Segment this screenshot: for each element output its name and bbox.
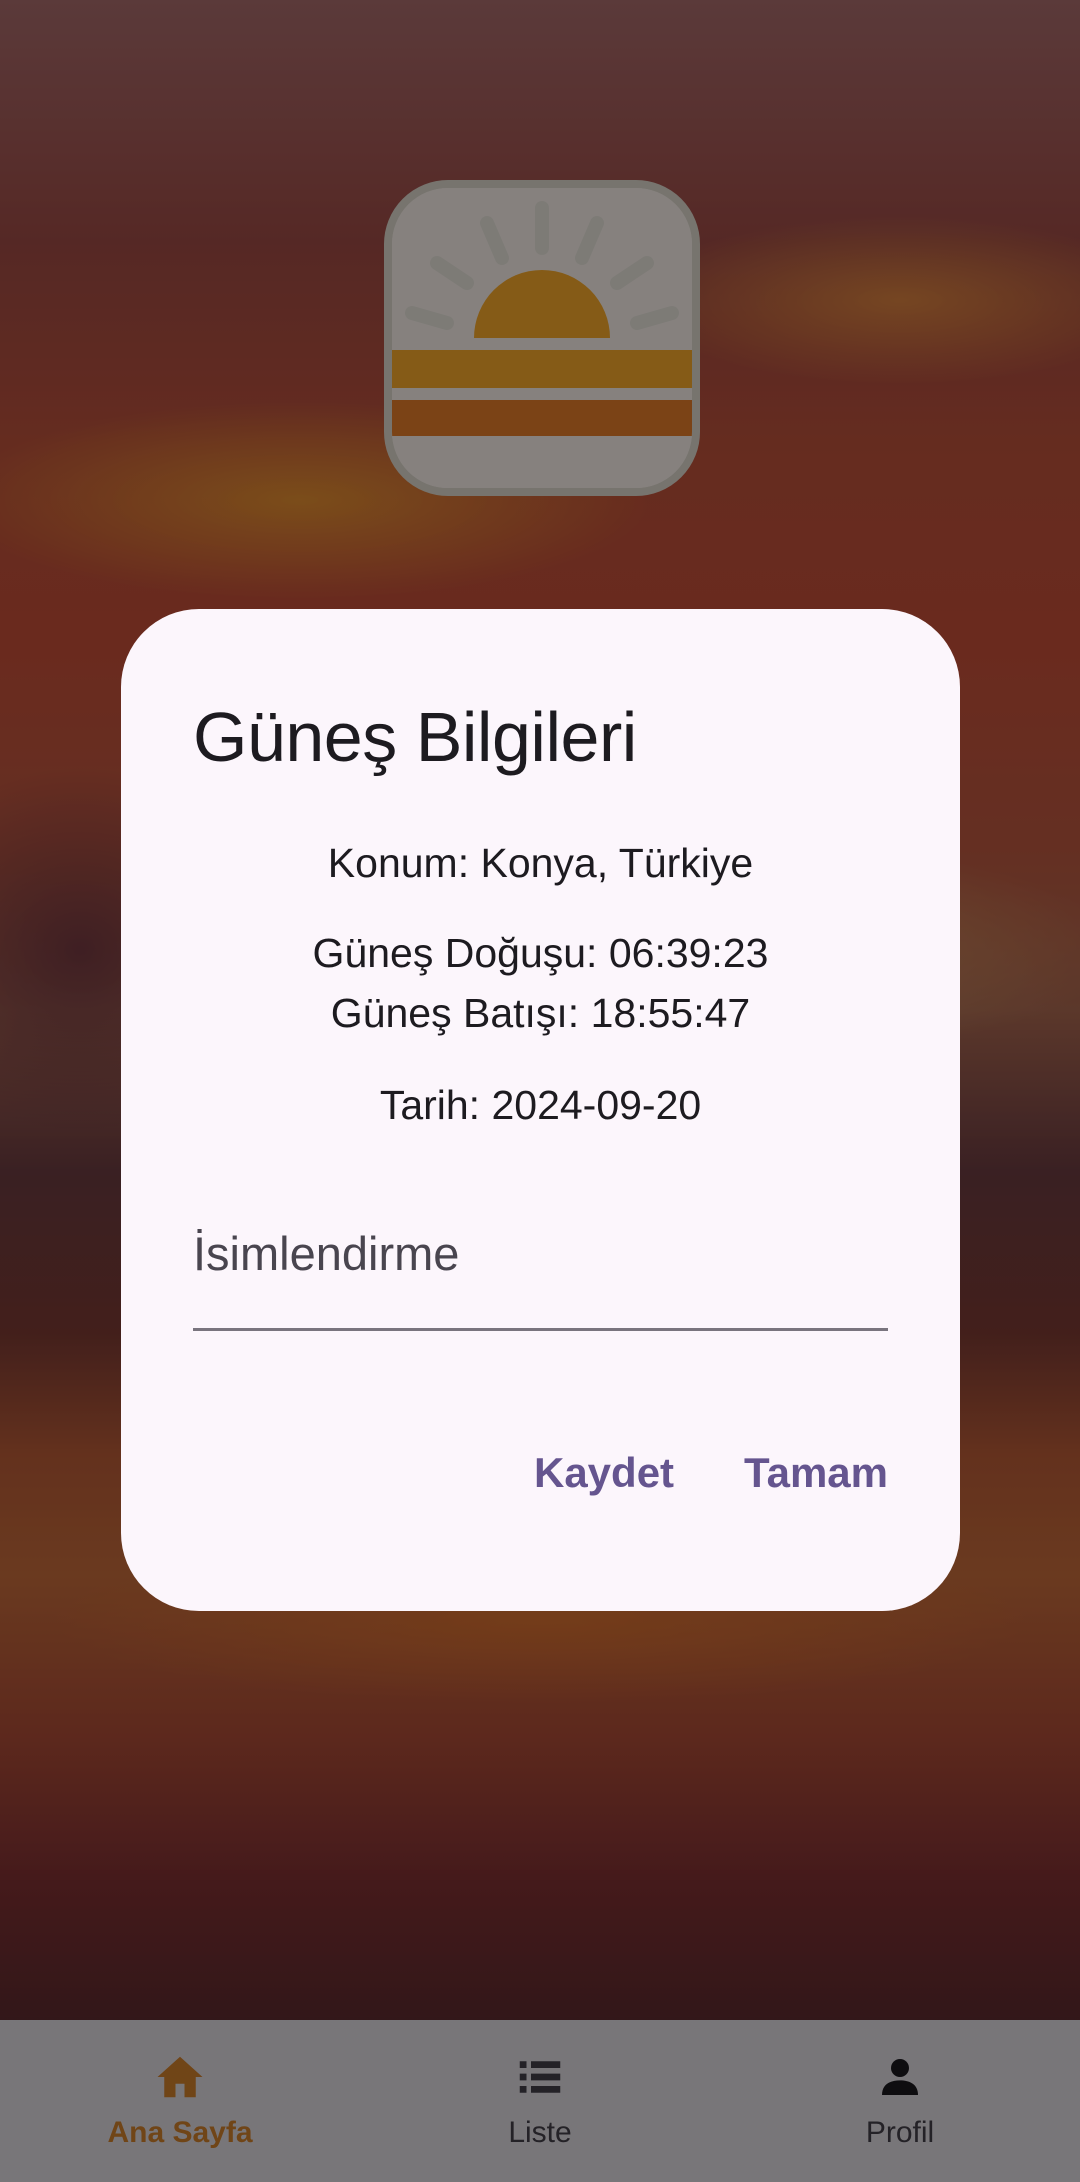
sunrise-text: Güneş Doğuşu: 06:39:23 (312, 930, 769, 976)
name-input[interactable] (193, 1213, 888, 1293)
dialog-actions: Kaydet Tamam (534, 1439, 888, 1507)
sunset-text: Güneş Batışı: 18:55:47 (330, 990, 751, 1036)
date-text: Tarih: 2024-09-20 (379, 1082, 702, 1128)
dialog-title: Güneş Bilgileri (193, 698, 637, 776)
sun-info-dialog: Güneş Bilgileri Konum: Konya, Türkiye Gü… (121, 609, 960, 1611)
name-field[interactable] (193, 1213, 888, 1331)
location-text: Konum: Konya, Türkiye (327, 840, 754, 886)
sun-times: Güneş Doğuşu: 06:39:23 Güneş Batışı: 18:… (193, 923, 888, 1043)
bottom-nav-scrim (0, 2020, 1080, 2182)
save-button[interactable]: Kaydet (534, 1439, 674, 1507)
ok-button[interactable]: Tamam (744, 1439, 888, 1507)
